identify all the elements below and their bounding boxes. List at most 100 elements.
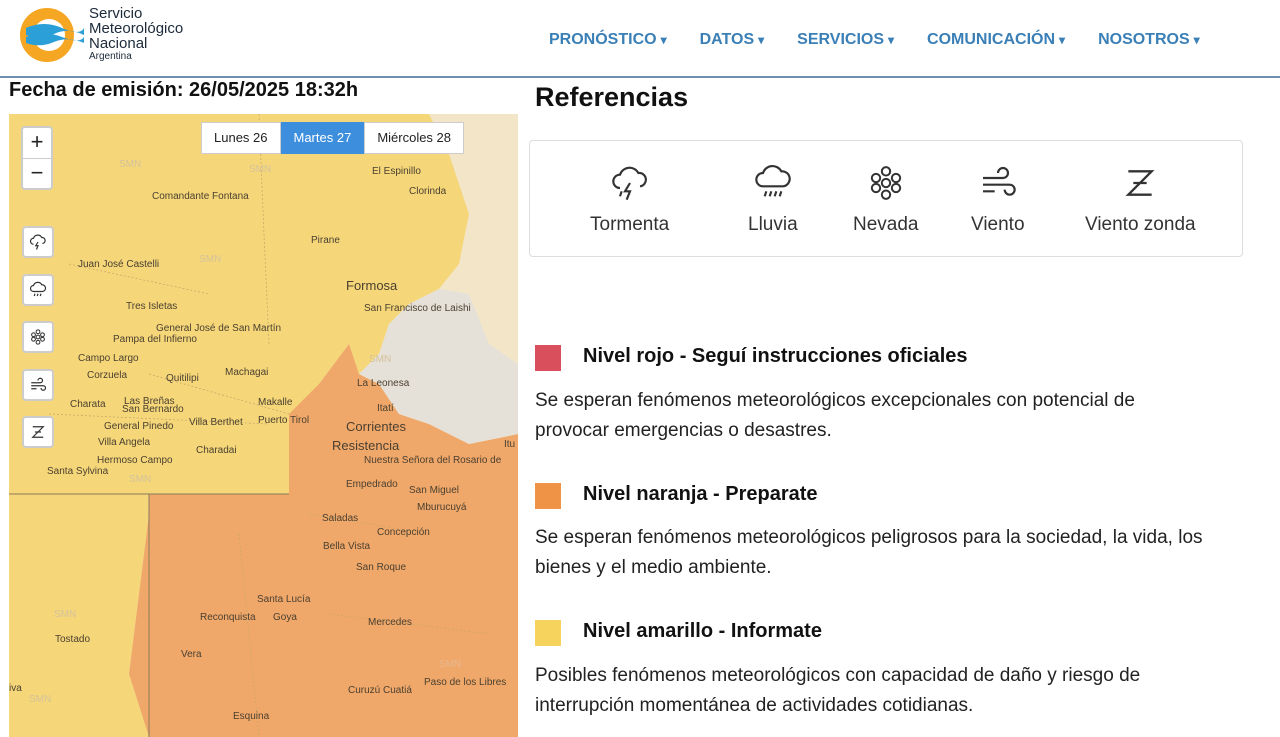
map-place: Corzuela: [87, 370, 128, 381]
smn-watermark: SMN: [369, 354, 392, 365]
reference-label: Viento zonda: [1085, 214, 1196, 235]
zoom-in-button[interactable]: +: [23, 128, 51, 158]
map-place: Reconquista: [200, 612, 256, 623]
reference-storm: Tormenta: [590, 163, 669, 236]
chevron-down-icon: ▾: [1193, 33, 1200, 47]
day-tab-miercoles[interactable]: Miércoles 28: [364, 122, 465, 154]
logo-line: Meteorológico: [89, 20, 184, 37]
zonda-icon: [31, 426, 45, 438]
wind-icon: [31, 377, 47, 391]
level-description: Se esperan fenómenos meteorológicos exce…: [535, 390, 1135, 441]
map-place: Santa Sylvina: [47, 466, 109, 477]
nav-label: SERVICIOS: [797, 31, 884, 48]
map-place: Corrientes: [346, 419, 406, 434]
map-place: Tostado: [55, 634, 91, 645]
map-place: Hermoso Campo: [97, 455, 173, 466]
issue-date: Fecha de emisión: 26/05/2025 18:32h: [9, 79, 359, 101]
snow-icon: [870, 166, 901, 200]
map-place: Concepción: [377, 527, 430, 538]
rain-icon: [755, 164, 791, 197]
day-tab-martes[interactable]: Martes 27: [280, 122, 365, 154]
snow-icon: [31, 329, 45, 345]
reference-label: Tormenta: [590, 214, 670, 235]
map-place: Machagai: [225, 367, 269, 378]
zonda-icon: [1125, 170, 1155, 196]
reference-snow: Nevada: [853, 163, 919, 236]
map-place: Tres Isletas: [126, 301, 178, 312]
logo-line: Nacional: [89, 35, 148, 52]
chevron-down-icon: ▾: [888, 33, 895, 47]
filter-wind-button[interactable]: [22, 369, 54, 401]
map-place: El Espinillo: [372, 166, 421, 177]
logo-text: Servicio Meteorológico Nacional Argentin…: [89, 6, 183, 62]
site-header: Servicio Meteorológico Nacional Argentin…: [0, 0, 1280, 78]
map-place: Curuzú Cuatiá: [348, 685, 412, 696]
references-title: Referencias: [535, 82, 689, 112]
orange-swatch: [535, 483, 561, 509]
filter-storm-button[interactable]: [22, 226, 54, 258]
nav-label: PRONÓSTICO: [549, 31, 657, 48]
logo-line: Servicio: [89, 5, 143, 22]
level-description: Se esperan fenómenos meteorológicos peli…: [535, 527, 1203, 578]
references-panel: Tormenta Lluvia Nevada Viento Viento zon…: [529, 140, 1243, 257]
nav-datos[interactable]: DATOS ▾: [700, 31, 765, 49]
chevron-down-icon: ▾: [660, 33, 667, 47]
map-place: Comandante Fontana: [152, 191, 249, 202]
map-place: Makalle: [258, 397, 293, 408]
reference-zonda: Viento zonda: [1085, 163, 1196, 236]
level-description: Posibles fenómenos meteorológicos con ca…: [535, 665, 1141, 716]
red-swatch: [535, 345, 561, 371]
nav-label: COMUNICACIÓN: [927, 31, 1056, 48]
wind-icon: [982, 166, 1016, 196]
zoom-out-button[interactable]: −: [23, 158, 51, 188]
map-place: Quitilipi: [166, 373, 199, 384]
zoom-control: + −: [21, 126, 53, 190]
nav-pronostico[interactable]: PRONÓSTICO ▾: [549, 31, 667, 49]
map-place: Mburucuyá: [417, 502, 467, 513]
day-tab-lunes[interactable]: Lunes 26: [201, 122, 281, 154]
map-place: Puerto Tirol: [258, 415, 310, 426]
nav-label: NOSOTROS: [1098, 31, 1190, 48]
alert-map[interactable]: El Espinillo Clorinda Comandante Fontana…: [9, 114, 518, 737]
map-place: Paso de los Libres: [424, 677, 507, 688]
day-selector: Lunes 26 Martes 27 Miércoles 28: [201, 122, 465, 154]
map-place: San Roque: [356, 562, 407, 573]
map-place: Villa Berthet: [189, 417, 243, 428]
filter-rain-button[interactable]: [22, 274, 54, 306]
map-place: iva: [9, 683, 22, 694]
map-place: Saladas: [322, 513, 359, 524]
map-place: Villa Angela: [98, 437, 151, 448]
map-place: Bella Vista: [323, 541, 371, 552]
map-place: Empedrado: [346, 479, 398, 490]
smn-watermark: SMN: [199, 254, 222, 265]
map-place: Itatí: [377, 403, 394, 414]
map-place: Nuestra Señora del Rosario de: [364, 455, 502, 466]
filter-zonda-button[interactable]: [22, 416, 54, 448]
storm-icon: [29, 234, 46, 250]
map-place: Clorinda: [409, 186, 447, 197]
nav-label: DATOS: [699, 31, 755, 48]
reference-label: Viento: [971, 214, 1025, 235]
nav-servicios[interactable]: SERVICIOS ▾: [797, 31, 894, 49]
filter-snow-button[interactable]: [22, 321, 54, 353]
map-place: Santa Lucía: [257, 594, 311, 605]
smn-watermark: SMN: [119, 159, 142, 170]
smn-logo[interactable]: Servicio Meteorológico Nacional Argentin…: [18, 4, 218, 64]
level-title: Nivel naranja - Preparate: [583, 483, 818, 505]
map-place: Campo Largo: [78, 353, 139, 364]
smn-watermark: SMN: [249, 164, 272, 175]
map-place: Resistencia: [332, 438, 400, 453]
reference-label: Lluvia: [748, 214, 798, 235]
rain-icon: [29, 281, 47, 297]
reference-label: Nevada: [853, 214, 919, 235]
nav-comunicacion[interactable]: COMUNICACIÓN ▾: [927, 31, 1065, 49]
level-title: Nivel amarillo - Informate: [583, 620, 822, 642]
map-place: Charadai: [196, 445, 237, 456]
nav-nosotros[interactable]: NOSOTROS ▾: [1098, 31, 1200, 49]
map-place: San Bernardo: [122, 404, 184, 415]
map-place: Itu: [504, 439, 516, 450]
smn-logo-icon: [20, 8, 84, 62]
smn-watermark: SMN: [129, 474, 152, 485]
map-place: La Leonesa: [357, 378, 410, 389]
logo-country: Argentina: [89, 51, 132, 62]
